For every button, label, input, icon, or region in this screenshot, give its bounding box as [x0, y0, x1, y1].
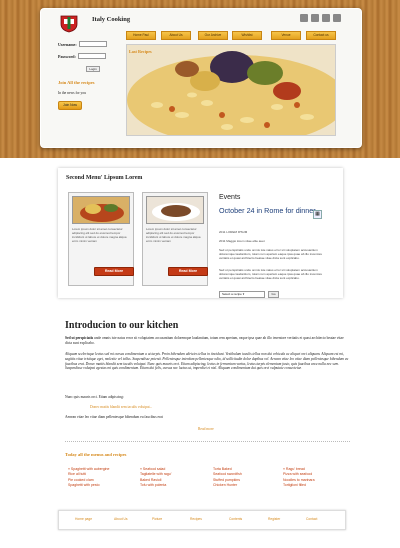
- read-more-button[interactable]: Read More: [94, 267, 134, 276]
- recipe-description: Lorem ipsum dolor sit amet consectetur a…: [146, 227, 201, 243]
- share-icon[interactable]: [333, 14, 341, 22]
- nav-home[interactable]: Home Paul: [126, 31, 156, 40]
- menu-link[interactable]: Tortiglioni filled: [283, 483, 345, 488]
- recipe-select[interactable]: Select a recipe ▾: [219, 291, 265, 298]
- intro-paragraph: Aenean vitae leo vitae diam pellentesque…: [65, 415, 163, 419]
- username-label: Username:: [58, 41, 77, 47]
- nav-archive[interactable]: Our Archive: [198, 31, 228, 40]
- rss-icon[interactable]: [322, 14, 330, 22]
- select-value: Select a recipe: [222, 292, 242, 296]
- menu-link[interactable]: Spaghetti with pesto: [68, 483, 130, 488]
- second-menu-title: Second Menu' Lipsum Lorem: [66, 175, 143, 181]
- event-line: 2011 Maggio lorem vitae elite auet: [219, 239, 265, 243]
- intro-text: unde omnis iste natus error sit voluptat…: [65, 336, 344, 345]
- recipe-image: [72, 196, 130, 224]
- menu-column: Torta Baked Seafood swordfish Stuffed pu…: [213, 467, 275, 489]
- nav-about[interactable]: About Us: [161, 31, 191, 40]
- footer-link-picture[interactable]: Picture: [152, 517, 162, 521]
- facebook-icon[interactable]: [300, 14, 308, 22]
- events-heading: Events: [219, 194, 241, 201]
- login-button[interactable]: Login: [86, 66, 100, 72]
- intro-paragraph: Aliquam scelerisque lectus sed mi cursus…: [65, 352, 349, 371]
- menu-link[interactable]: Tofu with polenta: [140, 483, 202, 488]
- join-now-button[interactable]: Join Now: [58, 101, 82, 110]
- footer-link-recipes[interactable]: Recipes: [190, 517, 202, 521]
- news-text: In the news for you: [58, 91, 86, 95]
- event-title[interactable]: October 24 in Rome for dinner: [219, 207, 319, 215]
- footer-link-about[interactable]: About Us: [114, 517, 128, 521]
- intro-bold: Sed ut perspiciatis: [65, 336, 94, 340]
- event-paragraph: Sed ut perspiciatis unde omnis iste natu…: [219, 248, 323, 260]
- join-text: Join All the recipes: [58, 80, 95, 85]
- divider: [65, 441, 350, 442]
- read-more-button[interactable]: Read More: [168, 267, 208, 276]
- event-paragraph: Sed ut perspiciatis unde omnis iste natu…: [219, 268, 323, 280]
- hero-food-image: [126, 44, 336, 136]
- read-more-link[interactable]: Read more: [198, 427, 214, 431]
- hero-label: Last Recipes: [129, 49, 152, 54]
- calendar-icon[interactable]: ▦: [313, 210, 322, 219]
- intro-paragraph: Sed ut perspiciatis unde omnis iste natu…: [65, 336, 350, 346]
- login-form: Username: Password:: [58, 41, 120, 59]
- event-line: 2011 LOREM IPSUM: [219, 230, 248, 234]
- username-input[interactable]: [78, 41, 107, 47]
- twitter-icon[interactable]: [311, 14, 319, 22]
- menu-column: » Ragu' bread Pizza with seafood Noodles…: [283, 467, 345, 489]
- go-button[interactable]: Go: [268, 291, 279, 298]
- footer-link-home[interactable]: Home page: [75, 517, 92, 521]
- intro-link[interactable]: Donec mattis blandit sem iaculis volutpa…: [90, 405, 152, 409]
- footer-link-contact[interactable]: Contact: [306, 517, 317, 521]
- password-label: Password:: [58, 53, 76, 59]
- menu-column: » Spaghetti with aubergine Rice all tutt…: [68, 467, 130, 489]
- menu-column: » Seafood salad Tagliatelle with ragu' B…: [140, 467, 202, 489]
- footer-link-register[interactable]: Register: [268, 517, 280, 521]
- site-title: Italy Cooking: [92, 16, 131, 23]
- nav-contact[interactable]: Contact us: [306, 31, 336, 40]
- password-input[interactable]: [77, 53, 106, 59]
- menu-link[interactable]: Chicken Hunter: [213, 483, 275, 488]
- intro-paragraph: Nunc quis mauris orci. Etiam adipiscing:: [65, 395, 124, 399]
- today-title: Today all the menus and recipes: [65, 452, 127, 457]
- footer-nav: Home page About Us Picture Recipes Conte…: [58, 510, 346, 530]
- logo-icon[interactable]: [58, 13, 80, 33]
- nav-venue[interactable]: Venue: [271, 31, 301, 40]
- recipe-description: Lorem ipsum dolor sit amet consectetur a…: [72, 227, 127, 243]
- intro-title: Introducion to our kitchen: [65, 320, 179, 331]
- nav-wishlist[interactable]: Wishlist: [232, 31, 262, 40]
- recipe-image: [146, 196, 204, 224]
- footer-link-contents[interactable]: Contents: [229, 517, 242, 521]
